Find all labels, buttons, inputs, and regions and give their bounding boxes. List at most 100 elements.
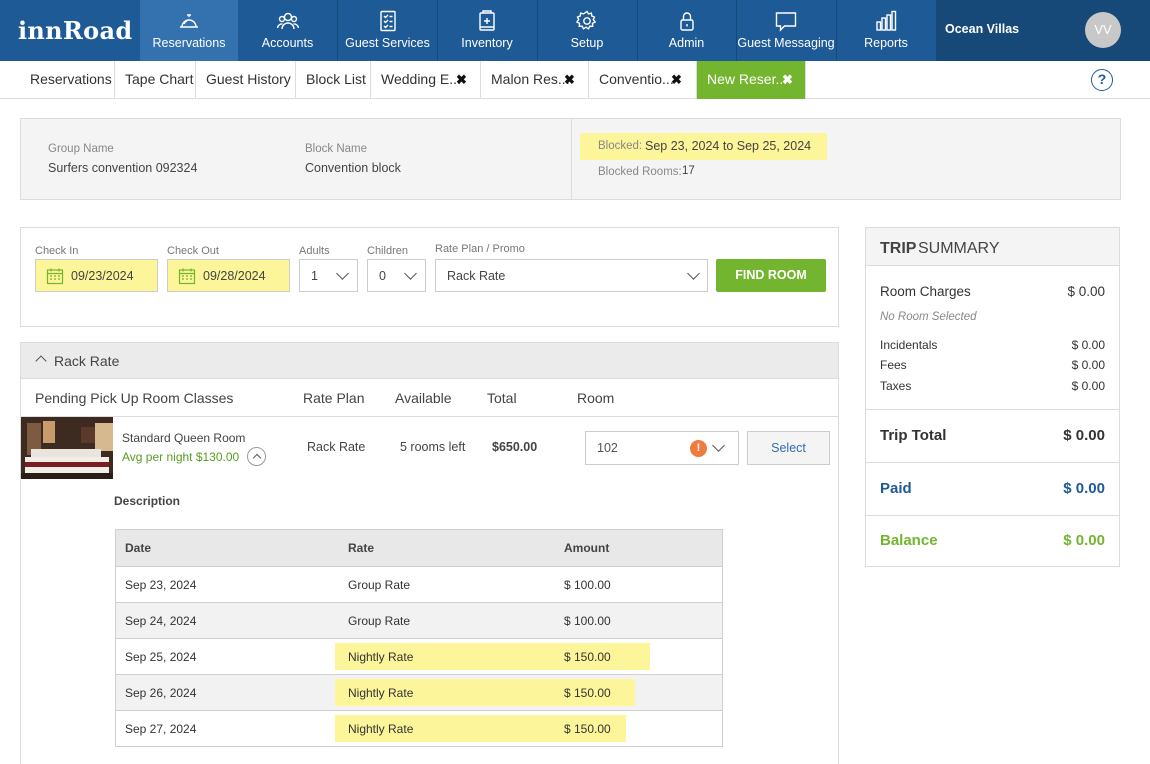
collapse-details-button[interactable] [247,447,266,466]
close-tab-icon[interactable]: ✖ [456,61,467,98]
tab-reservations[interactable]: Reservations [20,61,115,99]
col-room: Room [577,390,615,406]
checklist-icon [376,9,400,33]
balance-value: $ 0.00 [1063,532,1105,549]
top-navigation: innRoad Reservations Accounts Guest Serv… [0,0,1150,61]
inventory-icon [475,9,499,33]
fees-value: $ 0.00 [1071,358,1105,372]
header-date: Date [125,541,152,555]
checkout-label: Check Out [167,245,219,257]
children-select[interactable]: 0 [367,259,426,292]
close-tab-icon[interactable]: ✖ [782,61,793,98]
room-photo [21,417,113,479]
nav-admin[interactable]: Admin [637,0,736,61]
innroad-logo[interactable]: innRoad [0,0,140,61]
user-avatar[interactable]: VV [1085,12,1121,48]
warning-icon[interactable]: ! [690,440,707,457]
nav-inventory[interactable]: Inventory [437,0,537,61]
nav-setup[interactable]: Setup [537,0,637,61]
tab-convention[interactable]: Conventio... ✖ [589,61,697,99]
adults-select[interactable]: 1 [299,259,358,292]
tab-label: Tape Chart [125,71,194,87]
close-tab-icon[interactable]: ✖ [671,61,682,98]
tab-malon-reservation[interactable]: Malon Res... ✖ [481,61,589,99]
rate-section-header[interactable]: Rack Rate [21,343,838,379]
rate-plan-value: Rack Rate [447,269,506,283]
select-room-button[interactable]: Select [747,431,830,465]
calendar-icon [46,268,64,285]
table-row: Sep 23, 2024 Group Rate $ 100.00 [116,566,722,602]
children-value: 0 [379,269,386,283]
checkout-date-field[interactable]: 09/28/2024 [167,259,290,292]
room-total: $650.00 [492,440,538,454]
bar-chart-icon [874,9,898,33]
divider [866,409,1119,410]
description-label: Description [114,494,181,508]
children-label: Children [367,245,408,257]
col-available: Available [395,390,452,406]
nav-reports[interactable]: Reports [836,0,936,61]
trip-summary-title-bold: TRIP [880,240,917,257]
close-tab-icon[interactable]: ✖ [564,61,575,98]
room-number-value: 102 [597,441,618,455]
tab-label: Reservations [30,71,112,87]
row-date: Sep 26, 2024 [125,686,197,700]
divider [571,119,572,199]
trip-summary-title: SUMMARY [918,240,1000,257]
tab-label: Wedding E... [381,71,461,87]
rate-plan-select[interactable]: Rack Rate [435,259,708,292]
table-row: Sep 26, 2024 Nightly Rate $ 150.00 [116,674,722,710]
nav-label: Inventory [461,36,513,50]
bell-icon [177,9,201,33]
nav-guest-messaging[interactable]: Guest Messaging [736,0,836,61]
checkin-value: 09/23/2024 [71,269,134,283]
blocked-dates: Sep 23, 2024 to Sep 25, 2024 [645,139,812,153]
rate-section-title: Rack Rate [54,353,120,369]
tab-label: Guest History [206,71,291,87]
tab-label: New Reser... [707,71,788,87]
room-rate-plan: Rack Rate [307,440,366,454]
rooms-available: 5 rooms left [400,440,466,454]
nav-divider [736,0,737,61]
calendar-icon [178,268,196,285]
blocked-rooms-label: Blocked Rooms: [598,166,682,178]
row-amount: $ 150.00 [564,722,611,736]
col-room-classes: Pending Pick Up Room Classes [35,390,234,406]
trip-summary-header: TRIP SUMMARY [866,228,1119,266]
checkin-date-field[interactable]: 09/23/2024 [35,259,158,292]
tab-block-list[interactable]: Block List [296,61,371,99]
tab-guest-history[interactable]: Guest History [196,61,296,99]
tab-wedding[interactable]: Wedding E... ✖ [371,61,481,99]
room-number-select[interactable]: 102 ! [585,431,739,465]
nav-accounts[interactable]: Accounts [238,0,337,61]
room-class-name[interactable]: Standard Queen Room [122,431,245,445]
row-rate: Group Rate [348,578,411,592]
trip-total-label: Trip Total [880,427,947,444]
table-row: Sep 25, 2024 Nightly Rate $ 150.00 [116,638,722,674]
row-date: Sep 27, 2024 [125,722,197,736]
nav-divider [437,0,438,61]
row-rate: Nightly Rate [348,650,414,664]
nav-reservations[interactable]: Reservations [140,0,238,61]
nightly-rate-table: Date Rate Amount Sep 23, 2024 Group Rate… [115,529,723,747]
col-total: Total [487,390,517,406]
property-switcher[interactable]: Ocean Villas VV [936,0,1150,61]
tab-new-reservation[interactable]: New Reser... ✖ [697,61,806,99]
users-icon [276,9,300,33]
rate-plan-label: Rate Plan / Promo [435,243,525,255]
chevron-up-icon [252,453,262,463]
group-block-info: Group Name Surfers convention 092324 Blo… [20,118,1121,200]
tab-tape-chart[interactable]: Tape Chart [115,61,196,99]
help-icon[interactable]: ? [1091,69,1113,91]
find-room-button[interactable]: FIND ROOM [716,259,826,292]
nav-guest-services[interactable]: Guest Services [338,0,437,61]
table-row: Sep 27, 2024 Nightly Rate $ 150.00 [116,710,722,746]
tab-label: Block List [306,71,366,87]
row-amount: $ 150.00 [564,650,611,664]
no-room-selected: No Room Selected [880,311,977,323]
row-amount: $ 150.00 [564,686,611,700]
nav-label: Reservations [152,36,226,50]
trip-total-value: $ 0.00 [1063,427,1105,444]
taxes-value: $ 0.00 [1071,379,1105,393]
nav-label: Reports [864,36,908,50]
